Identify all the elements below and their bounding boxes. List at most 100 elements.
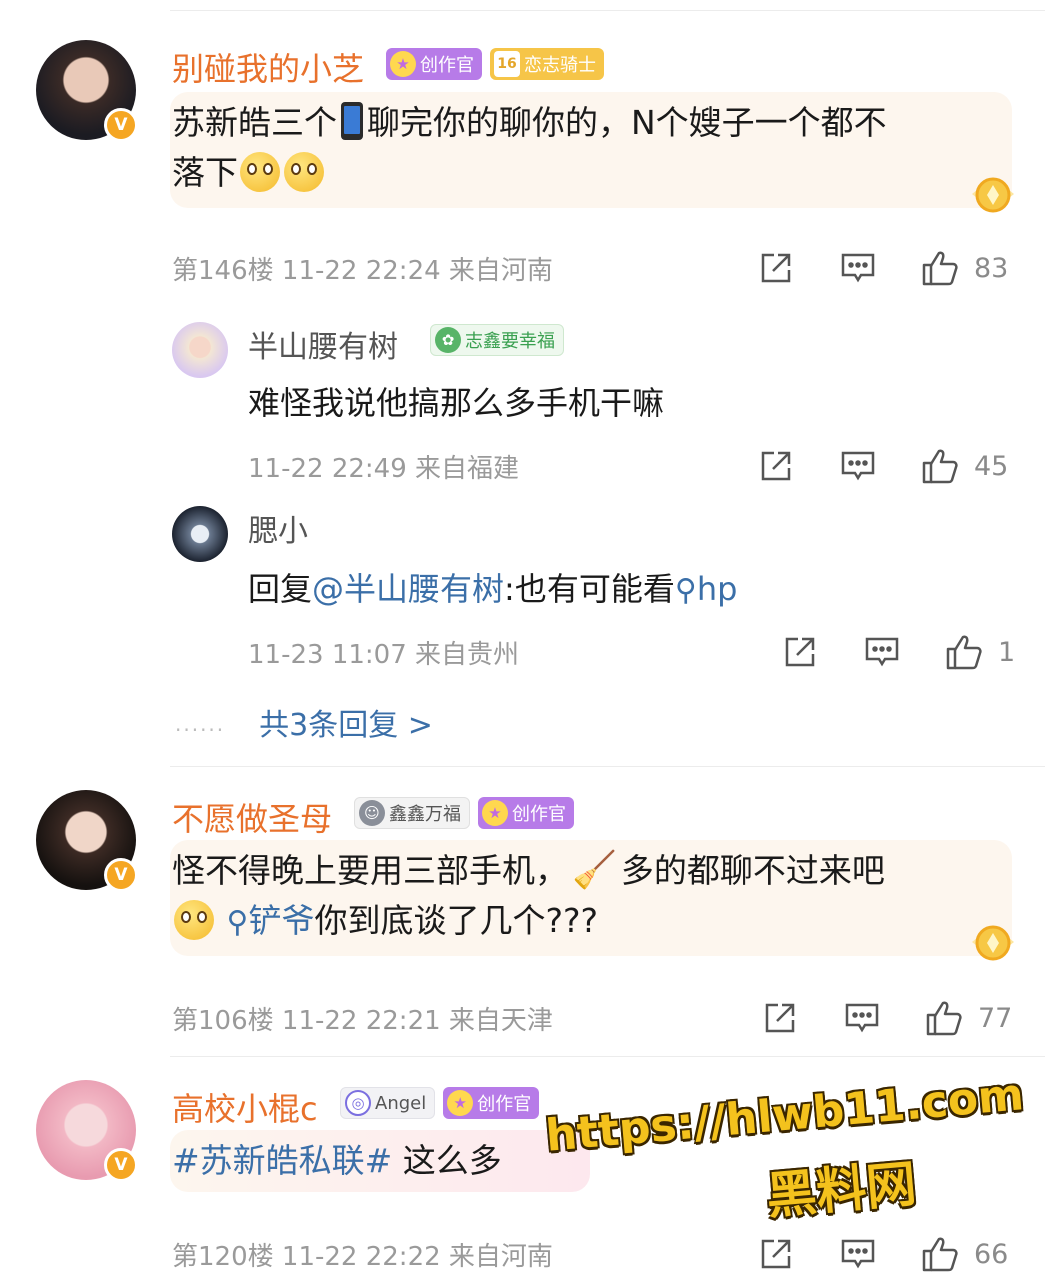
location: 来自福建 xyxy=(415,454,520,484)
floor-number: 第106楼 xyxy=(172,1006,274,1036)
badge-group: ☺ 鑫鑫万福 ★ 创作官 xyxy=(354,797,574,829)
like-count: 45 xyxy=(974,450,1009,482)
mention-link[interactable]: @半山腰有树 xyxy=(312,570,504,608)
action-bar: 45 xyxy=(756,446,1014,486)
badge-label: Angel xyxy=(375,1092,427,1114)
comment-divider xyxy=(170,1056,1045,1057)
search-link[interactable]: ⚲铲爷 xyxy=(227,901,315,940)
reply-meta: 11-23 11:07 来自贵州 xyxy=(248,634,519,671)
like-icon[interactable] xyxy=(944,632,984,672)
verified-icon: V xyxy=(104,108,138,142)
badge-group: ◎ Angel ★ 创作官 xyxy=(340,1087,540,1119)
badge-group: ✿ 志鑫要幸福 xyxy=(430,324,564,356)
floor-number: 第120楼 xyxy=(172,1242,274,1272)
creator-badge[interactable]: ★ 创作官 xyxy=(443,1087,540,1119)
avatar[interactable] xyxy=(172,506,228,562)
search-icon: ⚲ xyxy=(674,573,697,608)
comment-meta: 第120楼 11-22 22:22 来自河南 xyxy=(172,1236,553,1273)
like-count: 83 xyxy=(974,252,1009,284)
comment-icon[interactable] xyxy=(862,632,902,672)
share-icon[interactable] xyxy=(760,998,800,1038)
comment-icon[interactable] xyxy=(838,446,878,486)
timestamp: 11-22 22:49 xyxy=(248,454,407,484)
reply-text: 难怪我说他搞那么多手机干嘛 xyxy=(248,384,665,422)
medal-icon xyxy=(972,925,1014,961)
badge-label: 鑫鑫万福 xyxy=(389,804,461,825)
reply-text: 回复@半山腰有树:也有可能看⚲hp xyxy=(248,570,738,608)
share-icon[interactable] xyxy=(756,446,796,486)
like-count: 66 xyxy=(974,1238,1009,1270)
comment-icon[interactable] xyxy=(838,248,878,288)
badge-label: 创作官 xyxy=(477,1094,532,1115)
reply-username[interactable]: 半山腰有树 xyxy=(248,322,398,366)
fan-badge[interactable]: ◎ Angel xyxy=(340,1087,436,1119)
location: 来自河南 xyxy=(448,1242,553,1272)
clover-icon: ✿ xyxy=(435,327,461,353)
comment-text: 怪不得晚上要用三部手机， 🧹 多的都聊不过来吧 ⚲铲爷你到底谈了几个??? xyxy=(172,846,885,948)
comment-meta: 第106楼 11-22 22:21 来自天津 xyxy=(172,1000,553,1037)
badge-label: 志鑫要幸福 xyxy=(465,331,555,352)
username[interactable]: 别碰我的小芝 xyxy=(172,44,364,90)
watermark-url: https://hlwb11.com xyxy=(543,1069,1026,1162)
flushed-face-emoji xyxy=(284,152,324,192)
timestamp: 11-22 22:22 xyxy=(281,1242,441,1272)
like-icon[interactable] xyxy=(920,248,960,288)
comment-icon[interactable] xyxy=(842,998,882,1038)
flushed-face-emoji xyxy=(240,152,280,192)
timestamp: 11-22 22:21 xyxy=(281,1006,441,1036)
top-divider xyxy=(170,10,1045,11)
comment-meta: 第146楼 11-22 22:24 来自河南 xyxy=(172,250,553,287)
angel-icon: ◎ xyxy=(345,1090,371,1116)
avatar[interactable]: V xyxy=(36,790,138,892)
topic-link[interactable]: #苏新皓私联# xyxy=(172,1141,392,1180)
creator-icon: ★ xyxy=(482,800,508,826)
fan-badge[interactable]: ☺ 鑫鑫万福 xyxy=(354,797,470,829)
username[interactable]: 高校小棍c xyxy=(172,1084,318,1130)
location: 来自天津 xyxy=(448,1006,553,1036)
watermark-site: 黑料网 xyxy=(764,1154,919,1226)
avatar[interactable] xyxy=(172,322,228,378)
like-count: 1 xyxy=(998,636,1016,668)
action-bar: 83 xyxy=(756,248,1014,288)
share-icon[interactable] xyxy=(756,1234,796,1274)
mobile-phone-emoji xyxy=(341,102,363,140)
action-bar: 1 xyxy=(780,632,1038,672)
broom-emoji: 🧹 xyxy=(572,850,617,891)
comment-icon[interactable] xyxy=(838,1234,878,1274)
creator-icon: ★ xyxy=(447,1090,474,1116)
verified-icon: V xyxy=(104,1148,138,1182)
location: 来自河南 xyxy=(448,256,553,286)
comment-text: 苏新皓三个 聊完你的聊你的，N个嫂子一个都不 落下 xyxy=(172,102,887,192)
like-count: 77 xyxy=(978,1002,1013,1034)
location: 来自贵州 xyxy=(415,640,520,670)
timestamp: 11-22 22:24 xyxy=(281,256,441,286)
fan-level-badge[interactable]: 16 恋志骑士 xyxy=(490,48,604,80)
avatar[interactable]: V xyxy=(36,40,138,142)
badge-label: 恋志骑士 xyxy=(524,55,596,76)
like-icon[interactable] xyxy=(924,998,964,1038)
floor-number: 第146楼 xyxy=(172,256,274,286)
share-icon[interactable] xyxy=(780,632,820,672)
creator-badge[interactable]: ★ 创作官 xyxy=(386,48,482,80)
medal-icon xyxy=(972,177,1014,213)
action-bar: 66 xyxy=(756,1234,1014,1274)
creator-badge[interactable]: ★ 创作官 xyxy=(478,797,574,829)
timestamp: 11-23 11:07 xyxy=(248,640,407,670)
like-icon[interactable] xyxy=(920,446,960,486)
comment-divider xyxy=(170,766,1045,767)
reply-meta: 11-22 22:49 来自福建 xyxy=(248,448,519,485)
search-link[interactable]: ⚲hp xyxy=(675,570,738,608)
astonished-face-emoji xyxy=(174,900,214,940)
search-icon: ⚲ xyxy=(226,905,249,940)
avatar[interactable]: V xyxy=(36,1080,138,1182)
level-16-icon: 16 xyxy=(494,51,520,77)
share-icon[interactable] xyxy=(756,248,796,288)
badge-label: 创作官 xyxy=(420,55,474,76)
view-more-replies[interactable]: ...... 共3条回复 > xyxy=(175,700,433,744)
badge-label: 创作官 xyxy=(512,804,566,825)
fan-badge[interactable]: ✿ 志鑫要幸福 xyxy=(430,324,564,356)
reply-username[interactable]: 腮小 xyxy=(248,506,308,550)
badge-group: ★ 创作官 16 恋志骑士 xyxy=(386,48,604,80)
username[interactable]: 不愿做圣母 xyxy=(172,794,332,840)
like-icon[interactable] xyxy=(920,1234,960,1274)
